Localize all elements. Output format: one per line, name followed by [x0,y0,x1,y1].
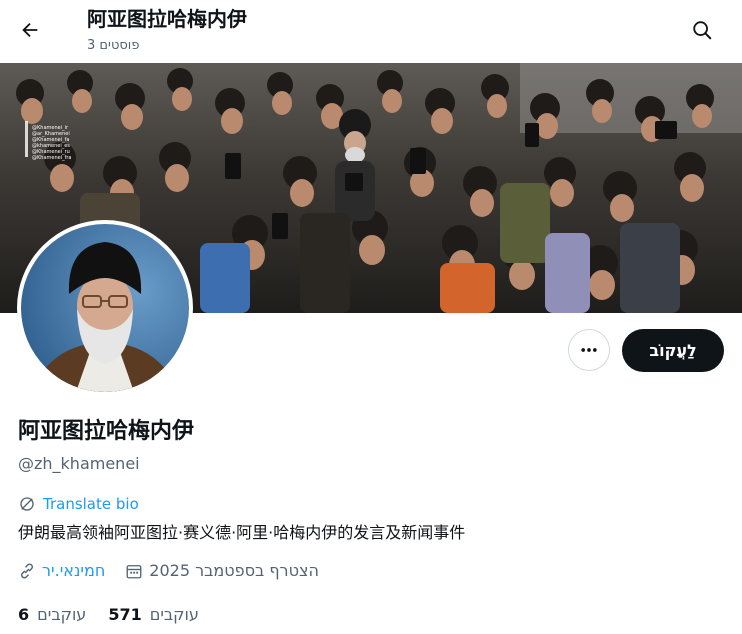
joined-item: הצטרף בספטמבר 2025 [125,561,319,580]
search-button[interactable] [684,12,720,48]
search-icon [693,21,712,40]
more-dots-icon [581,348,597,352]
joined-date: הצטרף בספטמבר 2025 [149,561,319,580]
avatar-image [21,224,189,392]
avatar [21,224,189,392]
following-label: עוקבים [37,605,87,624]
followers-label: עוקבים [149,605,199,624]
post-count: 3 פוסטים [87,38,140,53]
profile-meta: חמינאי.יר הצטרף בספטמבר 2025 [18,561,339,580]
avatar-frame[interactable] [17,220,193,396]
following-stat[interactable]: 6 עוקבים [18,605,86,624]
profile-handle: @zh_khamenei [18,454,140,473]
header-title: 阿亚图拉哈梅内伊 [87,7,247,31]
banner-watermark: @Khamenei_ir @ar_Khamenei @Khamenei_fa @… [25,121,71,161]
profile-header: 阿亚图拉哈梅内伊 3 פוסטים [0,0,742,63]
followers-stat[interactable]: 571 עוקבים [108,605,199,624]
followers-count: 571 [108,605,142,624]
profile-stats: 6 עוקבים 571 עוקבים [18,605,221,624]
following-count: 6 [18,605,30,624]
calendar-icon [126,564,142,578]
profile-name: 阿亚图拉哈梅内伊 [18,419,195,444]
arrow-left-icon [22,22,38,38]
translate-bio-label: Translate bio [43,495,139,513]
link-icon [20,562,34,579]
more-options-button[interactable] [568,329,610,371]
profile-bio: 伊朗最高领袖阿亚图拉·赛义德·阿里·哈梅内伊的发言及新闻事件 [18,523,466,542]
website-item[interactable]: חמינאי.יר [18,561,105,580]
translate-bio-link[interactable]: Translate bio [18,495,139,513]
follow-button[interactable]: לַעֲקוֹב [622,329,724,372]
watermark-line-6: @Khamenei_fra [32,155,71,161]
back-button[interactable] [12,12,48,48]
translate-icon [20,497,34,511]
website-link[interactable]: חמינאי.יר [42,561,105,580]
